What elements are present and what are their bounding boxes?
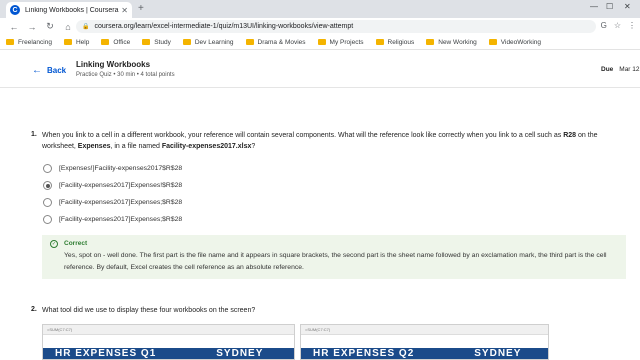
sheet-banner: HR EXPENSES Q2 SYDNEY xyxy=(301,348,548,359)
new-tab-icon[interactable]: + xyxy=(138,3,144,14)
sheet-banner: HR EXPENSES Q1 SYDNEY xyxy=(43,348,294,359)
close-window-icon[interactable]: ✕ xyxy=(624,2,631,11)
maximize-icon[interactable]: ☐ xyxy=(606,2,613,11)
forward-arrow-icon[interactable]: → xyxy=(26,22,38,32)
radio-button[interactable] xyxy=(43,215,52,224)
answer-option-4[interactable]: [Facility-expenses2017]Expenses;$R$28 xyxy=(43,215,182,224)
folder-icon xyxy=(488,39,497,45)
question-2-text: What tool did we use to display these fo… xyxy=(42,307,256,314)
address-bar[interactable]: 🔒 coursera.org/learn/excel-intermediate-… xyxy=(76,20,596,33)
bookmark-videoworking[interactable]: VideoWorking xyxy=(488,39,541,46)
quiz-title: Linking Workbooks xyxy=(76,60,151,69)
folder-icon xyxy=(142,39,151,45)
answer-feedback: ✓ Correct Yes, spot on - well done. The … xyxy=(42,235,626,279)
radio-button-selected[interactable] xyxy=(43,181,52,190)
check-circle-icon: ✓ xyxy=(50,240,58,248)
bookmark-help[interactable]: Help xyxy=(63,39,89,46)
home-icon[interactable]: ⌂ xyxy=(62,22,74,32)
question-2-number: 2. xyxy=(31,306,37,313)
menu-icon[interactable]: ⋮ xyxy=(628,21,636,30)
lock-icon: 🔒 xyxy=(82,24,90,30)
quiz-header: ← Back Linking Workbooks Practice Quiz •… xyxy=(0,52,640,88)
minimize-icon[interactable]: — xyxy=(590,2,598,11)
browser-tab[interactable]: C Linking Workbooks | Coursera ✕ xyxy=(6,2,132,18)
formula-bar: =SUM(C7:C7) xyxy=(301,325,548,335)
folder-icon xyxy=(375,39,384,45)
feedback-text: Yes, spot on - well done. The first part… xyxy=(64,252,607,271)
browser-tab-strip: C Linking Workbooks | Coursera ✕ + — ☐ ✕ xyxy=(0,0,640,18)
answer-option-2[interactable]: [Facility-expenses2017]Expenses!$R$28 xyxy=(43,181,182,190)
answer-option-3[interactable]: [Facility-expenses2017]Expenses;$R$28 xyxy=(43,198,182,207)
reload-icon[interactable]: ↻ xyxy=(44,21,56,32)
bookmark-dev-learning[interactable]: Dev Learning xyxy=(182,39,234,46)
back-arrow-icon[interactable]: ← xyxy=(8,22,20,32)
google-icon[interactable]: G xyxy=(601,21,607,30)
bookmark-freelancing[interactable]: Freelancing xyxy=(6,39,52,46)
radio-button[interactable] xyxy=(43,198,52,207)
folder-icon xyxy=(101,39,110,45)
browser-toolbar: ← → ↻ ⌂ 🔒 coursera.org/learn/excel-inter… xyxy=(0,18,640,35)
back-icon: ← xyxy=(32,65,42,76)
workbook-screenshot-1: =SUM(C7:C7) HR EXPENSES Q1 SYDNEY xyxy=(42,324,295,360)
bookmark-new-working[interactable]: New Working xyxy=(426,39,477,46)
folder-icon xyxy=(317,39,326,45)
folder-icon xyxy=(63,39,72,45)
close-tab-icon[interactable]: ✕ xyxy=(121,6,128,15)
folder-icon xyxy=(426,39,435,45)
star-icon[interactable]: ☆ xyxy=(614,21,621,30)
coursera-favicon-icon: C xyxy=(10,5,20,15)
formula-bar: =SUM(C7:C7) xyxy=(43,325,294,335)
url-text: coursera.org/learn/excel-intermediate-1/… xyxy=(94,23,354,30)
folder-icon xyxy=(245,39,254,45)
folder-icon xyxy=(6,39,14,45)
bookmark-religious[interactable]: Religious xyxy=(375,39,414,46)
bookmark-my-projects[interactable]: My Projects xyxy=(317,39,364,46)
tab-title: Linking Workbooks | Coursera xyxy=(25,6,119,14)
bookmarks-bar: Freelancing Help Office Study Dev Learni… xyxy=(0,35,640,50)
bookmark-drama-movies[interactable]: Drama & Movies xyxy=(245,39,306,46)
due-date: Due Mar 12 xyxy=(601,66,640,73)
radio-button[interactable] xyxy=(43,164,52,173)
question-1-text: When you link to a cell in a different w… xyxy=(42,132,598,150)
folder-icon xyxy=(182,39,191,45)
quiz-meta: Practice Quiz • 30 min • 4 total points xyxy=(76,72,175,78)
workbook-screenshot-2: =SUM(C7:C7) HR EXPENSES Q2 SYDNEY xyxy=(300,324,549,360)
feedback-title: Correct xyxy=(64,240,88,247)
question-1-number: 1. xyxy=(31,131,37,138)
bookmark-office[interactable]: Office xyxy=(101,39,130,46)
answer-option-1[interactable]: [Expenses!]Facility-expenses2017$R$28 xyxy=(43,164,182,173)
bookmark-study[interactable]: Study xyxy=(142,39,171,46)
back-link[interactable]: ← Back xyxy=(32,65,66,76)
